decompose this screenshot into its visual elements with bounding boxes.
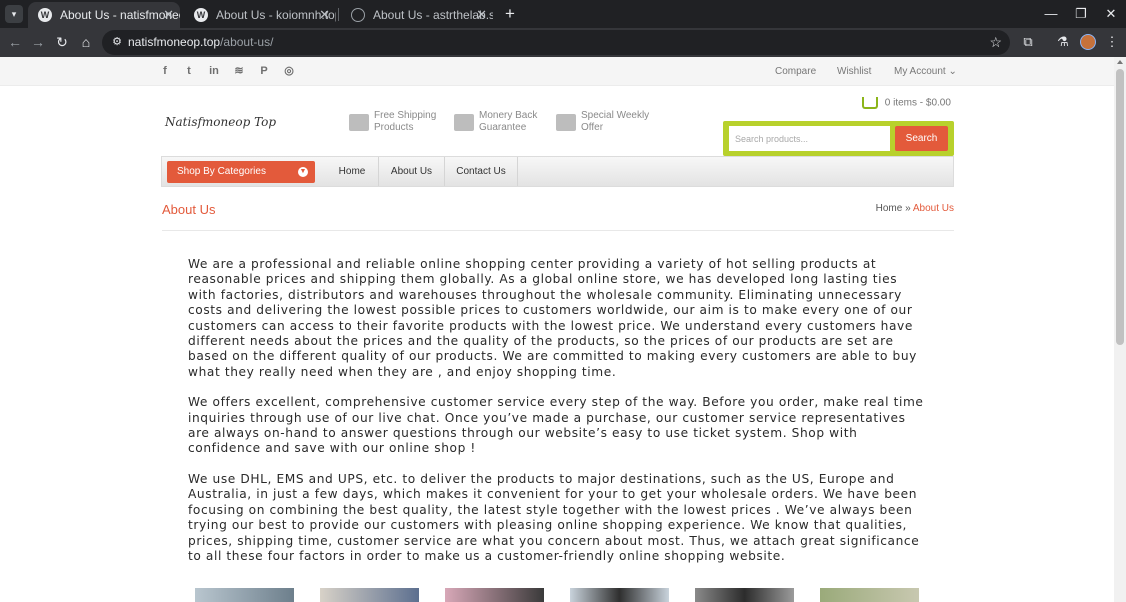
rss-icon[interactable]: ≋	[233, 65, 245, 77]
page-title: About Us	[162, 202, 216, 217]
product-thumbnails	[195, 588, 925, 602]
money-icon	[454, 114, 474, 131]
labs-icon[interactable]: ⚗	[1053, 32, 1073, 52]
product-image[interactable]	[695, 588, 794, 602]
twitter-icon[interactable]: t	[183, 65, 195, 77]
truck-icon	[349, 114, 369, 131]
search-box: Search	[723, 121, 954, 156]
main-nav: Shop By Categories ▼ Home About Us Conta…	[161, 156, 954, 187]
tab-divider	[338, 8, 339, 21]
close-tab-icon[interactable]: ✕	[163, 2, 174, 28]
scroll-up-arrow-icon[interactable]	[1117, 60, 1123, 64]
wordpress-icon: W	[194, 8, 208, 22]
site-info-icon[interactable]: ⚙	[110, 35, 124, 49]
about-content: We are a professional and reliable onlin…	[188, 257, 928, 579]
breadcrumb-current: About Us	[912, 203, 954, 214]
product-image[interactable]	[195, 588, 294, 602]
chevron-down-icon: ▼	[298, 167, 308, 177]
tab-title: About Us - koiomnh.top	[216, 8, 336, 22]
paragraph: We use DHL, EMS and UPS, etc. to deliver…	[188, 471, 920, 563]
tab-search-icon[interactable]: ▾	[5, 5, 23, 23]
tab-koiomnh[interactable]: W About Us - koiomnh.top ✕	[184, 2, 336, 28]
product-image[interactable]	[320, 588, 419, 602]
gift-icon	[556, 114, 576, 131]
reload-icon[interactable]: ↻	[51, 31, 73, 53]
my-account-link[interactable]: My Account ⌄	[894, 66, 957, 77]
browser-toolbar: ← → ↻ ⌂ ⚙ natisfmoneop.top/about-us/ ☆ ⧉…	[0, 28, 1126, 57]
close-tab-icon[interactable]: ✕	[319, 2, 330, 28]
nav-about-us[interactable]: About Us	[378, 157, 444, 186]
tab-natisfmoneop[interactable]: W About Us - natisfmoneop.top ✕	[28, 2, 180, 28]
search-button[interactable]: Search	[895, 126, 948, 151]
search-input[interactable]	[729, 126, 890, 151]
shop-by-categories-button[interactable]: Shop By Categories ▼	[167, 161, 315, 183]
browser-tab-bar: ▾ W About Us - natisfmoneop.top ✕ W Abou…	[0, 0, 1126, 28]
tab-title: About Us - natisfmoneop.top	[60, 8, 180, 22]
product-image[interactable]	[570, 588, 669, 602]
home-icon[interactable]: ⌂	[75, 31, 97, 53]
tab-astrthelab[interactable]: · About Us - astrthelab.shop ✕	[341, 2, 493, 28]
nav-home[interactable]: Home	[326, 157, 378, 186]
wordpress-icon: W	[38, 8, 52, 22]
cart-icon	[862, 97, 878, 109]
instagram-icon[interactable]: ◎	[283, 65, 295, 77]
scrollbar-thumb[interactable]	[1116, 69, 1124, 345]
cart-items: 0 items -	[884, 97, 924, 109]
paragraph: We are a professional and reliable onlin…	[188, 257, 917, 379]
url-text: natisfmoneop.top/about-us/	[128, 35, 274, 49]
cart-total: $0.00	[925, 97, 951, 109]
forward-icon[interactable]: →	[27, 31, 49, 53]
top-utility-bar: f t in ≋ P ◎ Compare Wishlist My Account…	[0, 57, 1114, 86]
product-image[interactable]	[445, 588, 544, 602]
menu-kebab-icon[interactable]: ⋮	[1102, 32, 1122, 52]
product-image[interactable]	[820, 588, 919, 602]
compare-link[interactable]: Compare	[775, 66, 816, 77]
maximize-icon[interactable]: ❐	[1066, 0, 1096, 28]
tab-title: About Us - astrthelab.shop	[373, 8, 493, 22]
bookmark-star-icon[interactable]: ☆	[989, 30, 1002, 55]
web-page: f t in ≋ P ◎ Compare Wishlist My Account…	[0, 57, 1114, 602]
address-bar[interactable]: ⚙ natisfmoneop.top/about-us/ ☆	[102, 30, 1010, 55]
breadcrumb-home[interactable]: Home	[876, 203, 903, 214]
paragraph: We offers excellent, comprehensive custo…	[188, 395, 924, 456]
site-logo[interactable]: Natisfmoneop Top	[165, 115, 276, 129]
close-tab-icon[interactable]: ✕	[476, 2, 487, 28]
pinterest-icon[interactable]: P	[258, 65, 270, 77]
extensions-icon[interactable]: ⧉	[1018, 32, 1038, 52]
globe-icon: ·	[351, 8, 365, 22]
close-window-icon[interactable]: ✕	[1096, 0, 1126, 28]
facebook-icon[interactable]: f	[159, 65, 171, 77]
minimize-icon[interactable]: —	[1036, 0, 1066, 28]
wishlist-link[interactable]: Wishlist	[837, 66, 871, 77]
page-scrollbar[interactable]	[1114, 57, 1126, 602]
mini-cart[interactable]: 0 items - $0.00	[862, 97, 951, 109]
divider	[162, 230, 954, 231]
chevron-down-icon: ⌄	[948, 66, 957, 77]
new-tab-icon[interactable]: +	[499, 3, 521, 25]
back-icon[interactable]: ←	[4, 31, 26, 53]
profile-avatar[interactable]	[1080, 34, 1096, 50]
linkedin-icon[interactable]: in	[208, 65, 220, 77]
breadcrumb: Home » About Us	[875, 203, 954, 214]
nav-contact-us[interactable]: Contact Us	[444, 157, 518, 186]
